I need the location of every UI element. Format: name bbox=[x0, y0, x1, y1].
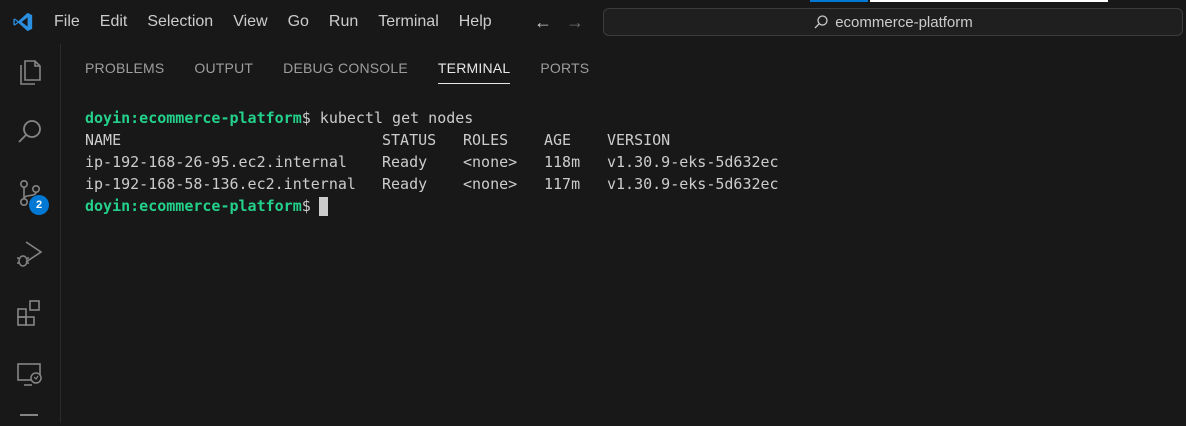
prompt: doyin:ecommerce-platform bbox=[85, 109, 302, 127]
active-prompt-line: doyin:ecommerce-platform$ bbox=[85, 195, 807, 217]
node-version: v1.30.9-eks-5d632ec bbox=[607, 153, 779, 171]
node-age: 118m bbox=[544, 153, 581, 171]
remote-explorer-icon[interactable] bbox=[14, 358, 46, 390]
terminal-output[interactable]: doyin:ecommerce-platform$ kubectl get no… bbox=[85, 107, 807, 217]
menu-view[interactable]: View bbox=[223, 0, 277, 44]
node-version: v1.30.9-eks-5d632ec bbox=[607, 175, 779, 193]
tab-terminal[interactable]: TERMINAL bbox=[428, 54, 520, 84]
prompt: doyin:ecommerce-platform bbox=[85, 197, 302, 215]
header-name: NAME bbox=[85, 131, 122, 149]
menu-run[interactable]: Run bbox=[319, 0, 368, 44]
menu-file[interactable]: File bbox=[44, 0, 90, 44]
source-control-badge: 2 bbox=[29, 195, 49, 215]
command-center-search[interactable]: ecommerce-platform bbox=[603, 8, 1183, 36]
header-version: VERSION bbox=[607, 131, 671, 149]
menu-terminal[interactable]: Terminal bbox=[368, 0, 448, 44]
explorer-icon[interactable] bbox=[14, 56, 46, 88]
activity-bar: 2 bbox=[0, 44, 61, 423]
node-name: ip-192-168-26-95.ec2.internal bbox=[85, 153, 347, 171]
search-text: ecommerce-platform bbox=[835, 13, 973, 31]
header-roles: ROLES bbox=[463, 131, 509, 149]
node-roles: <none> bbox=[463, 153, 518, 171]
tab-debug-console[interactable]: DEBUG CONSOLE bbox=[273, 54, 418, 82]
search-sidebar-icon[interactable] bbox=[14, 116, 46, 148]
run-debug-icon[interactable] bbox=[14, 237, 46, 269]
title-bar: File Edit Selection View Go Run Terminal… bbox=[0, 0, 1186, 44]
panel-tabs: PROBLEMS OUTPUT DEBUG CONSOLE TERMINAL P… bbox=[75, 52, 609, 84]
more-activity-icon[interactable] bbox=[20, 414, 38, 426]
top-accent-strip bbox=[810, 0, 868, 2]
search-icon bbox=[814, 15, 828, 29]
header-status: STATUS bbox=[382, 131, 437, 149]
navigation-arrows: ← → bbox=[534, 12, 584, 33]
node-status: Ready bbox=[382, 175, 428, 193]
command-text: $ kubectl get nodes bbox=[301, 109, 474, 127]
terminal-cursor bbox=[318, 197, 328, 216]
menu-go[interactable]: Go bbox=[278, 0, 319, 44]
top-white-strip bbox=[870, 0, 1108, 2]
vscode-logo-icon[interactable] bbox=[12, 11, 34, 33]
menu-help[interactable]: Help bbox=[449, 0, 502, 44]
menu-edit[interactable]: Edit bbox=[90, 0, 138, 44]
node-age: 117m bbox=[544, 175, 581, 193]
node-roles: <none> bbox=[463, 175, 518, 193]
node-status: Ready bbox=[382, 153, 428, 171]
menu-bar: File Edit Selection View Go Run Terminal… bbox=[44, 0, 502, 44]
tab-ports[interactable]: PORTS bbox=[530, 54, 599, 82]
tab-output[interactable]: OUTPUT bbox=[184, 54, 263, 82]
back-arrow-icon[interactable]: ← bbox=[534, 12, 552, 33]
menu-selection[interactable]: Selection bbox=[137, 0, 223, 44]
node-name: ip-192-168-58-136.ec2.internal bbox=[85, 175, 356, 193]
extensions-icon[interactable] bbox=[14, 297, 46, 329]
header-age: AGE bbox=[544, 131, 572, 149]
forward-arrow-icon[interactable]: → bbox=[566, 12, 584, 33]
prompt-suffix: $ bbox=[301, 197, 311, 215]
table-row: ip-192-168-58-136.ec2.internal Ready <no… bbox=[85, 173, 807, 195]
command-line: doyin:ecommerce-platform$ kubectl get no… bbox=[85, 107, 807, 129]
table-row: ip-192-168-26-95.ec2.internal Ready <non… bbox=[85, 151, 807, 173]
tab-problems[interactable]: PROBLEMS bbox=[75, 54, 174, 82]
table-header: NAME STATUS ROLES AGE VERSION bbox=[85, 129, 807, 151]
